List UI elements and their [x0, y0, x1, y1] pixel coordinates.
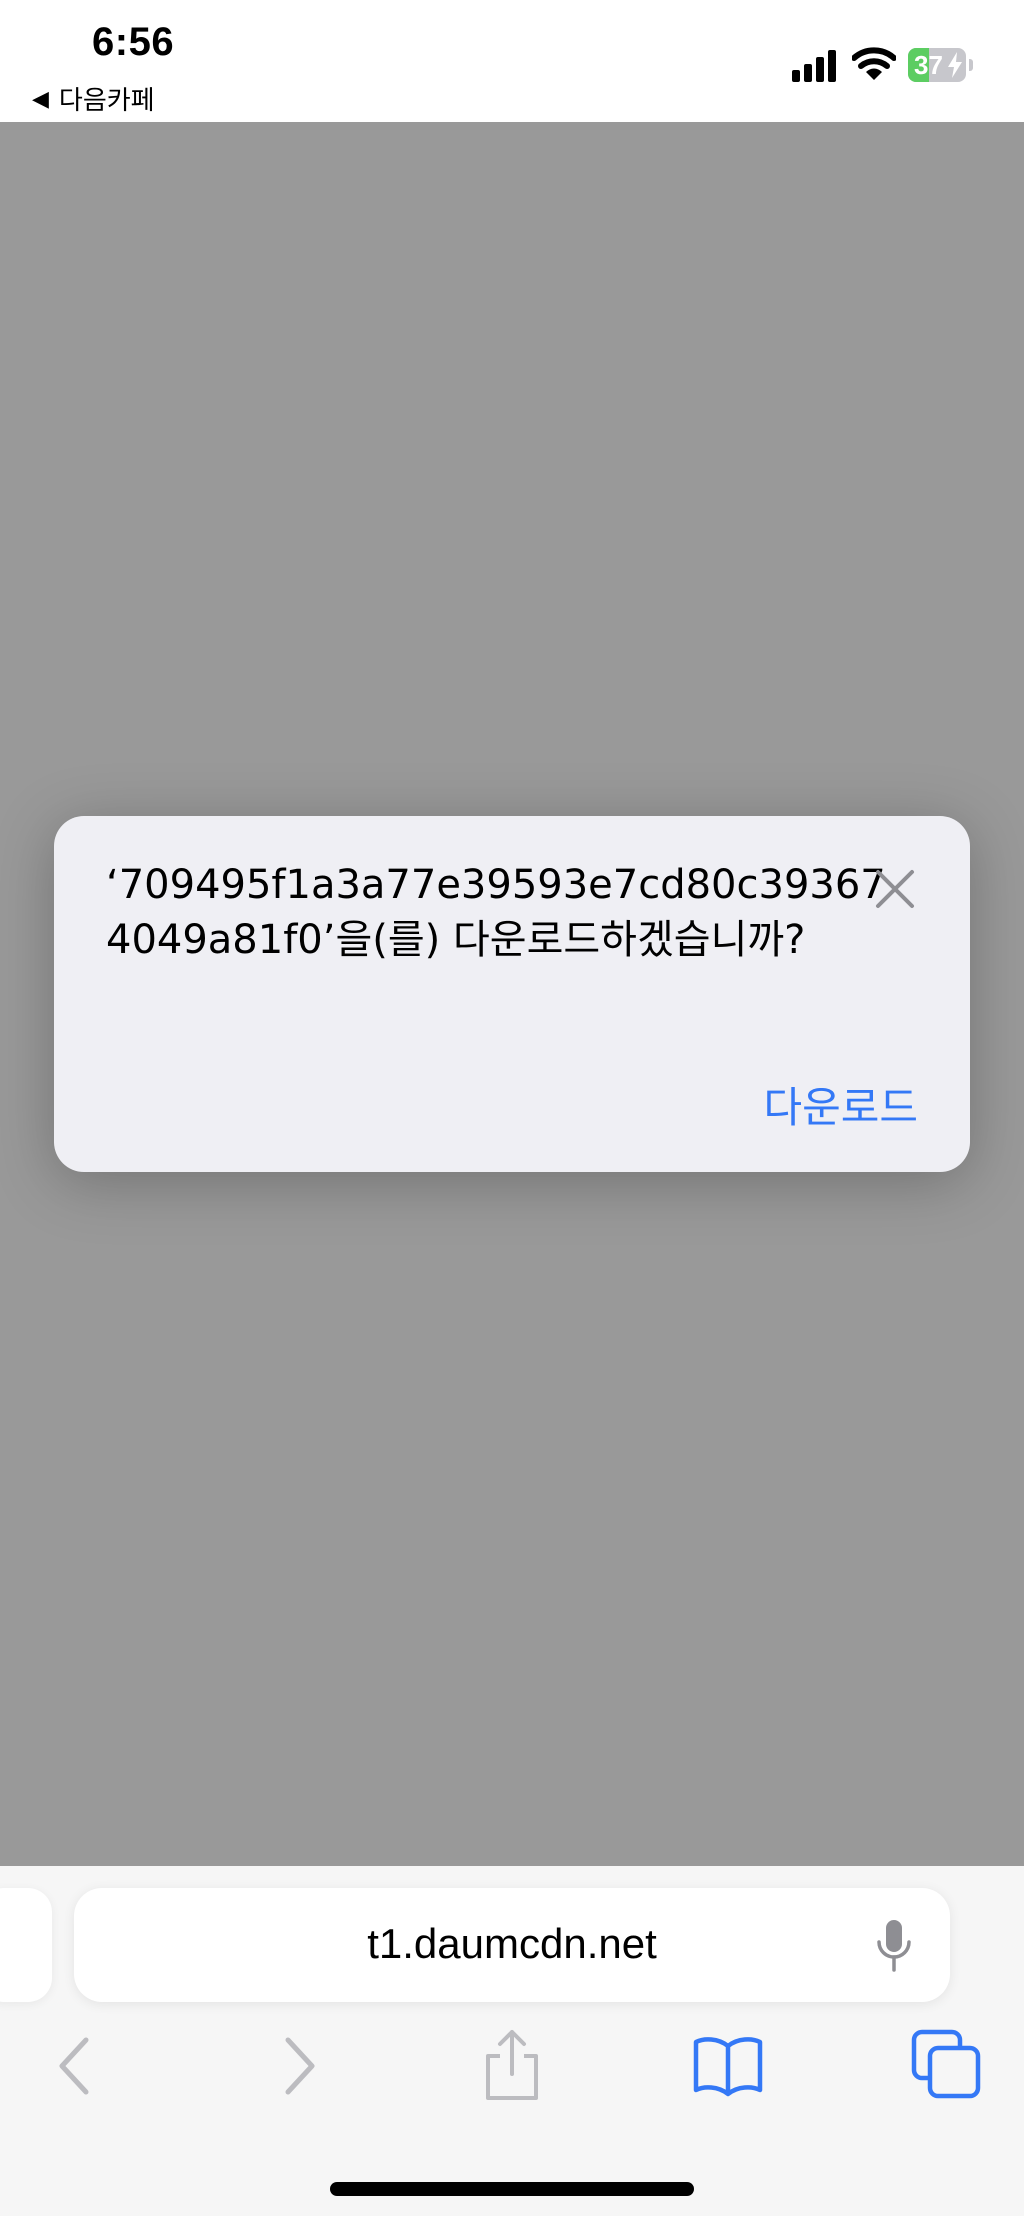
- download-button[interactable]: 다운로드: [763, 1074, 918, 1135]
- share-icon[interactable]: [472, 2026, 552, 2106]
- previous-tab-preview[interactable]: [0, 1888, 52, 2002]
- back-triangle-icon: ◀: [32, 85, 49, 111]
- back-app-label: 다음카페: [58, 85, 155, 115]
- address-bar[interactable]: t1.daumcdn.net: [74, 1888, 950, 2002]
- battery-percent: 37: [914, 50, 943, 80]
- cellular-signal-icon: [792, 48, 840, 82]
- status-time: 6:56: [92, 20, 175, 64]
- tabs-icon[interactable]: [906, 2026, 986, 2106]
- back-icon[interactable]: [36, 2026, 116, 2106]
- home-indicator: [330, 2182, 694, 2196]
- close-icon[interactable]: [872, 866, 918, 912]
- address-text: t1.daumcdn.net: [367, 1920, 657, 1967]
- wifi-icon: [852, 47, 896, 80]
- forward-icon[interactable]: [258, 2026, 338, 2106]
- back-to-app-button[interactable]: ◀ 다음카페: [32, 80, 155, 117]
- browser-toolbar-area: t1.daumcdn.net: [0, 1866, 1024, 2216]
- download-dialog: ‘709495f1a3a77e39593e7cd80c393674049a81f…: [54, 816, 970, 1172]
- bookmarks-icon[interactable]: [688, 2026, 768, 2106]
- microphone-icon[interactable]: [874, 1916, 914, 1976]
- battery-charging-icon: 37: [908, 48, 973, 82]
- download-message: ‘709495f1a3a77e39593e7cd80c393674049a81f…: [106, 862, 886, 963]
- status-bar: 6:56 ◀ 다음카페 37: [0, 0, 1024, 122]
